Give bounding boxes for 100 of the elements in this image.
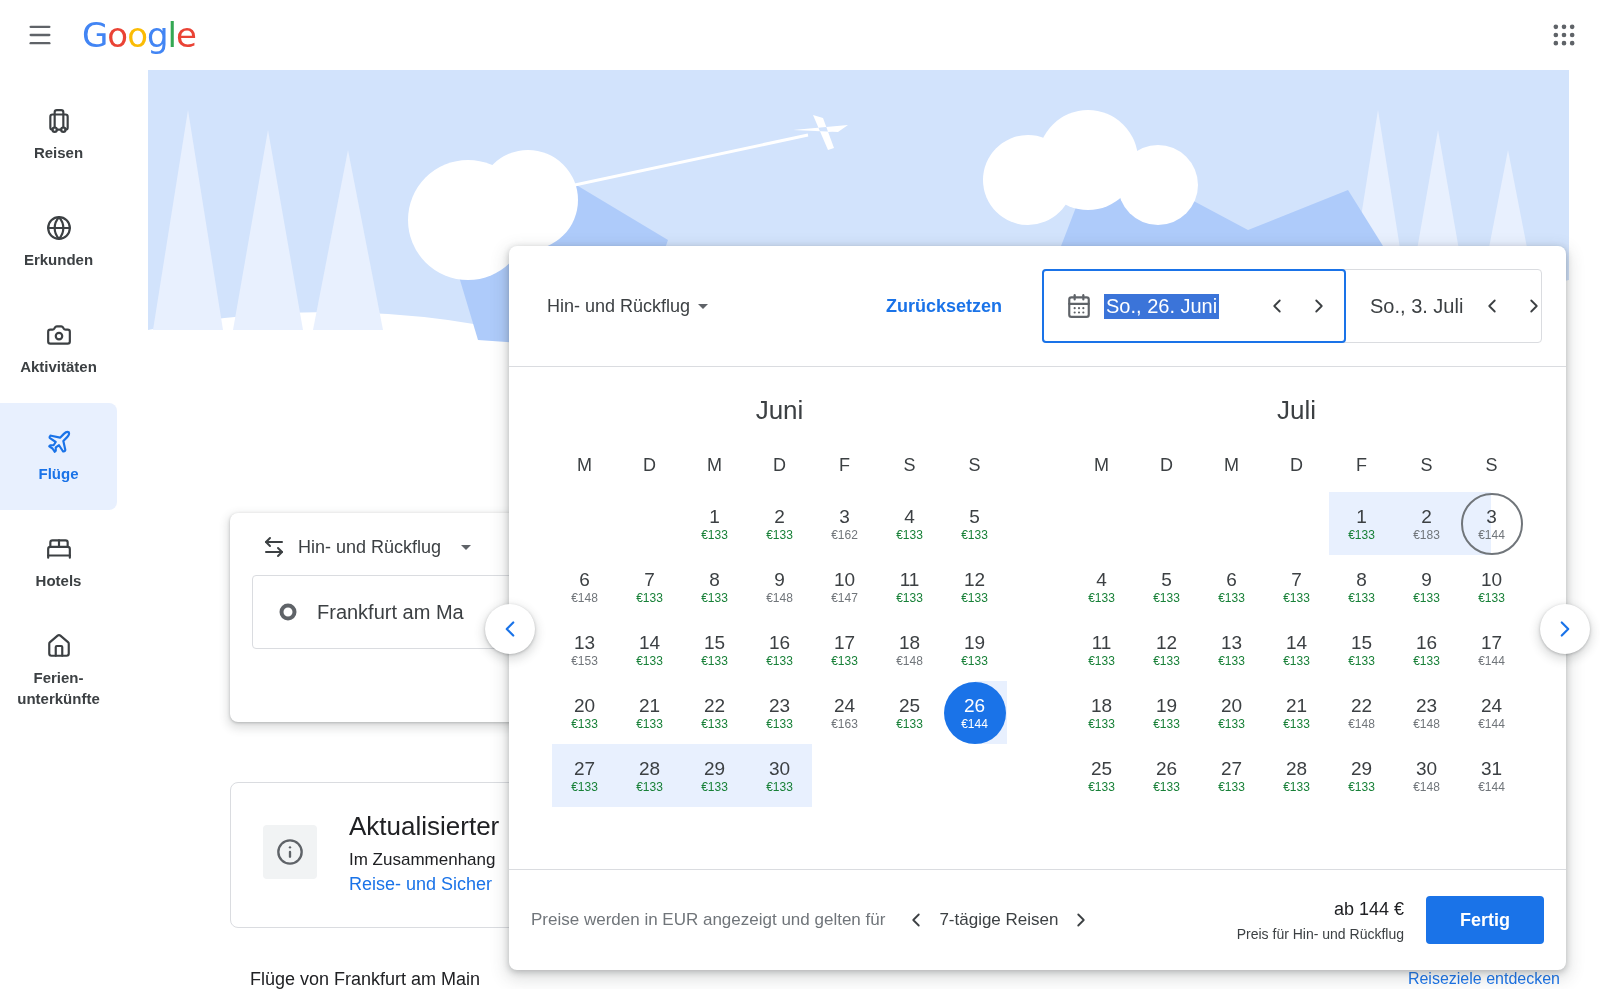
calendar-day[interactable]: 19 €133 [942,618,1007,681]
calendar-day[interactable]: 9 €148 [747,555,812,618]
weekday-label: D [772,453,787,477]
section-heading: Flüge von Frankfurt am Main [250,970,481,988]
done-button[interactable]: Fertig [1426,896,1544,944]
trip-type-dropdown[interactable]: Hin- und Rückflug [252,535,482,559]
calendar-day[interactable]: 10 €133 [1459,555,1524,618]
weekday-label: M [576,453,593,477]
info-text: Im Zusammenhang [349,850,497,870]
calendar-day[interactable]: 23 €133 [747,681,812,744]
weekday-label: D [1289,453,1304,477]
date-field[interactable]: So., 3. Juli [1344,269,1562,343]
calendar-day[interactable]: 7 €133 [617,555,682,618]
calendar-day[interactable]: 27 €133 [1199,744,1264,807]
calendar-day[interactable]: 2 €133 [747,492,812,555]
total-price: ab 144 € [1332,898,1404,920]
sidebar-item[interactable]: Ferien-unterkünfte [0,617,117,724]
calendar-day[interactable]: 14 €133 [1264,618,1329,681]
calendar-day[interactable]: 1 €133 [682,492,747,555]
price-note: Preise werden in EUR angezeigt und gelten für [531,910,886,930]
calendar-day[interactable]: 27 €133 [552,744,617,807]
logo: Google [82,15,196,55]
calendar-day[interactable]: 5 €133 [1134,555,1199,618]
info-icon [263,825,317,879]
total-price-note: Preis für Hin- und Rückflug [1236,925,1404,942]
calendar-day[interactable]: 26 €144 [942,681,1007,744]
calendar-day[interactable]: 24 €144 [1459,681,1524,744]
weekday-label: M [1093,453,1110,477]
calendar-day[interactable]: 16 €133 [747,618,812,681]
sidebar-item[interactable]: Reisen [0,82,117,189]
swap-arrows-icon [262,535,286,559]
info-link[interactable]: Reise- und Sicher [349,874,493,895]
info-title: Aktualisierter [349,811,500,842]
calendar-day[interactable]: 19 €133 [1134,681,1199,744]
calendar-day[interactable]: 17 €133 [812,618,877,681]
calendar-day[interactable]: 16 €133 [1394,618,1459,681]
calendar-day[interactable]: 17 €144 [1459,618,1524,681]
calendar-day[interactable]: 3 €144 [1459,492,1524,555]
explore-link[interactable]: Reiseziele entdecken [1407,970,1560,988]
house-icon [45,632,72,659]
weekday-label: S [1484,453,1499,477]
calendar-day[interactable]: 12 €133 [942,555,1007,618]
calendar-day[interactable]: 23 €148 [1394,681,1459,744]
circle-icon [279,603,297,621]
calendar-day[interactable]: 26 €133 [1134,744,1199,807]
calendar-day[interactable]: 14 €133 [617,618,682,681]
calendar-day[interactable]: 25 €133 [1069,744,1134,807]
weekday-label: M [706,453,723,477]
reset-button[interactable]: Zurücksetzen [877,287,1010,325]
sidebar-item[interactable]: Aktivitäten [0,296,117,403]
calendar-day[interactable]: 30 €133 [747,744,812,807]
date-field[interactable]: So., 26. Juni [1042,269,1346,343]
calendar-day[interactable]: 8 €133 [1329,555,1394,618]
calendar-day[interactable]: 11 €133 [877,555,942,618]
weekday-label: D [1159,453,1174,477]
calendar-day[interactable]: 12 €133 [1134,618,1199,681]
calendar-day[interactable]: 6 €148 [552,555,617,618]
calendar-day[interactable]: 15 €133 [1329,618,1394,681]
calendar-day[interactable]: 6 €133 [1199,555,1264,618]
sidebar-item[interactable]: Flüge [0,403,117,510]
month-title: Juni [754,395,805,426]
calendar-day[interactable]: 4 €133 [877,492,942,555]
calendar-day[interactable]: 22 €133 [682,681,747,744]
calendar-icon [1066,293,1092,319]
caret-icon [461,544,472,550]
calendar-day[interactable]: 20 €133 [1199,681,1264,744]
calendar-day[interactable]: 1 €133 [1329,492,1394,555]
calendar-day[interactable]: 4 €133 [1069,555,1134,618]
month-title: Juli [1276,395,1317,426]
caret-icon [698,303,709,309]
calendar-day[interactable]: 15 €133 [682,618,747,681]
weekday-label: S [902,453,917,477]
calendar-day[interactable]: 5 €133 [942,492,1007,555]
calendar-day[interactable]: 31 €144 [1459,744,1524,807]
calendar-day[interactable]: 30 €148 [1394,744,1459,807]
calendar-day[interactable]: 20 €133 [552,681,617,744]
calendar-day[interactable]: 18 €148 [877,618,942,681]
sidebar-item[interactable]: Hotels [0,510,117,617]
trip-type-dropdown[interactable]: Hin- und Rückflug [547,295,709,317]
calendar-day[interactable]: 13 €133 [1199,618,1264,681]
calendar-day[interactable]: 21 €133 [1264,681,1329,744]
calendar-day[interactable]: 25 €133 [877,681,942,744]
calendar-day[interactable]: 18 €133 [1069,681,1134,744]
sidebar-item[interactable]: Erkunden [0,189,117,296]
calendar-day[interactable]: 10 €147 [812,555,877,618]
calendar-day[interactable]: 2 €183 [1394,492,1459,555]
calendar-day[interactable]: 9 €133 [1394,555,1459,618]
calendar-day[interactable]: 28 €133 [1264,744,1329,807]
calendar-day[interactable]: 24 €163 [812,681,877,744]
calendar-day[interactable]: 29 €133 [682,744,747,807]
calendar-day[interactable]: 8 €133 [682,555,747,618]
calendar-day[interactable]: 22 €148 [1329,681,1394,744]
calendar-day[interactable]: 28 €133 [617,744,682,807]
camera-icon [45,322,72,348]
calendar-day[interactable]: 11 €133 [1069,618,1134,681]
calendar-day[interactable]: 3 €162 [812,492,877,555]
calendar-day[interactable]: 21 €133 [617,681,682,744]
calendar-day[interactable]: 29 €133 [1329,744,1394,807]
calendar-day[interactable]: 13 €153 [552,618,617,681]
calendar-day[interactable]: 7 €133 [1264,555,1329,618]
